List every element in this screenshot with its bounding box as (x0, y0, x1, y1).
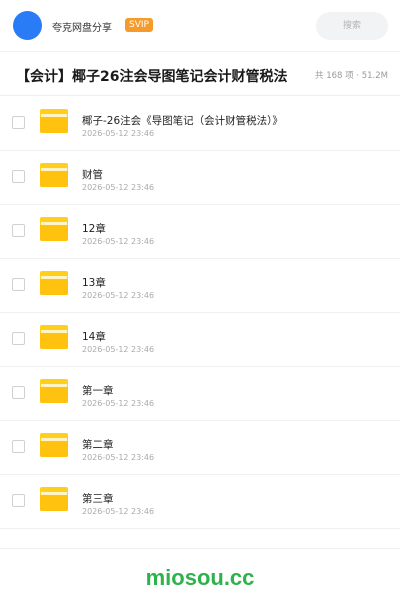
page-title: 【会计】椰子26注会导图笔记会计财管税法 (16, 69, 288, 85)
list-item[interactable]: 13章 2026-05-12 23:46 (0, 259, 400, 313)
folder-icon (40, 433, 68, 457)
share-meta: 共 168 项 · 51.2M (315, 71, 388, 81)
file-date: 2026-05-12 23:46 (82, 129, 155, 138)
file-date: 2026-05-12 23:46 (82, 399, 155, 408)
file-name: 12章 (82, 223, 106, 235)
list-item[interactable]: 12章 2026-05-12 23:46 (0, 205, 400, 259)
checkbox[interactable] (12, 332, 25, 345)
folder-icon (40, 163, 68, 187)
folder-icon (40, 325, 68, 349)
list-item[interactable]: 财管 2026-05-12 23:46 (0, 151, 400, 205)
file-name: 14章 (82, 331, 106, 343)
list-item[interactable]: 14章 2026-05-12 23:46 (0, 313, 400, 367)
file-date: 2026-05-12 23:46 (82, 345, 155, 354)
checkbox[interactable] (12, 170, 25, 183)
folder-icon (40, 487, 68, 511)
checkbox[interactable] (12, 440, 25, 453)
checkbox[interactable] (12, 494, 25, 507)
footer: miosou.cc (0, 548, 400, 600)
file-date: 2026-05-12 23:46 (82, 183, 155, 192)
file-name: 财管 (82, 169, 103, 181)
file-date: 2026-05-12 23:46 (82, 453, 155, 462)
file-list: 椰子-26注会《导图笔记（会计财管税法）》 2026-05-12 23:46 财… (0, 97, 400, 529)
checkbox[interactable] (12, 224, 25, 237)
checkbox[interactable] (12, 278, 25, 291)
file-name: 13章 (82, 277, 106, 289)
file-name: 第一章 (82, 385, 114, 397)
folder-icon (40, 271, 68, 295)
list-item[interactable]: 第一章 2026-05-12 23:46 (0, 367, 400, 421)
file-date: 2026-05-12 23:46 (82, 507, 155, 516)
checkbox[interactable] (12, 116, 25, 129)
folder-icon (40, 379, 68, 403)
avatar[interactable] (13, 11, 42, 40)
file-date: 2026-05-12 23:46 (82, 237, 155, 246)
folder-icon (40, 109, 68, 133)
file-name: 第三章 (82, 493, 114, 505)
share-title-bar: 【会计】椰子26注会导图笔记会计财管税法 共 168 项 · 51.2M (0, 52, 400, 96)
username: 夸克网盘分享 (52, 23, 112, 34)
search-input[interactable]: 搜索 (316, 12, 388, 40)
list-item[interactable]: 第三章 2026-05-12 23:46 (0, 475, 400, 529)
list-item[interactable]: 第二章 2026-05-12 23:46 (0, 421, 400, 475)
list-item[interactable]: 椰子-26注会《导图笔记（会计财管税法）》 2026-05-12 23:46 (0, 97, 400, 151)
folder-icon (40, 217, 68, 241)
checkbox[interactable] (12, 386, 25, 399)
brand-watermark: miosou.cc (145, 565, 255, 590)
header-bar: 夸克网盘分享 SVIP 搜索 (0, 0, 400, 52)
svip-badge: SVIP (125, 18, 153, 32)
file-name: 第二章 (82, 439, 114, 451)
file-name: 椰子-26注会《导图笔记（会计财管税法）》 (82, 115, 283, 127)
file-date: 2026-05-12 23:46 (82, 291, 155, 300)
